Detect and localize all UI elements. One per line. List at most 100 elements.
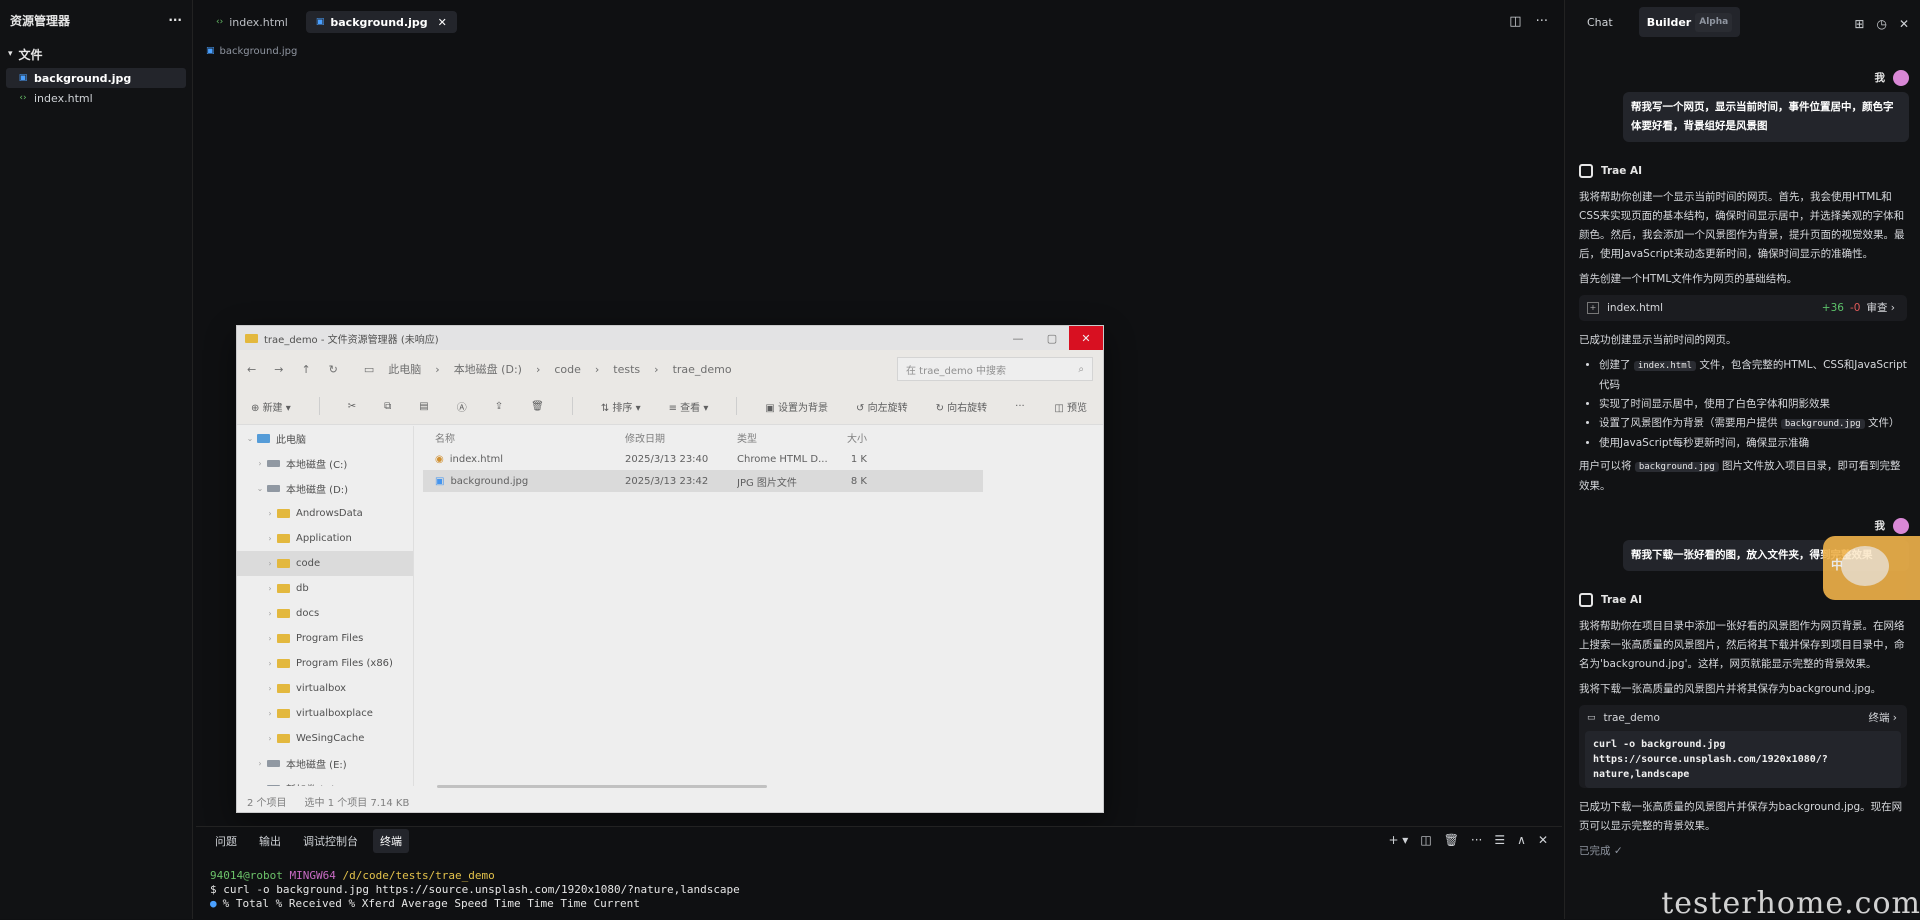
tab-debug-console[interactable]: 调试控制台 [296, 829, 365, 853]
tab-terminal[interactable]: 终端 [373, 829, 409, 853]
maximize-icon[interactable]: ▢ [1035, 326, 1069, 350]
column-date[interactable]: 修改日期 [625, 430, 737, 445]
more-icon[interactable]: ··· [168, 13, 182, 27]
sort-button[interactable]: ⇅ 排序 ▾ [601, 399, 641, 414]
chevron-right-icon[interactable]: › [263, 509, 277, 518]
chevron-right-icon[interactable]: › [263, 534, 277, 543]
chevron-down-icon[interactable]: ⌄ [253, 484, 267, 493]
nav-item[interactable]: › docs [237, 601, 413, 626]
settings-icon[interactable]: ☰ [1494, 833, 1505, 847]
trash-icon[interactable]: 🗑 [1444, 833, 1459, 847]
chevron-right-icon[interactable]: › [263, 659, 277, 668]
avatar [1893, 70, 1909, 86]
terminal-output[interactable]: 94014@robot MINGW64 /d/code/tests/trae_d… [196, 855, 1562, 911]
tab-background-jpg[interactable]: ▣ background.jpg ✕ [305, 11, 457, 33]
breadcrumb-file[interactable]: background.jpg [220, 46, 298, 57]
tab-output[interactable]: 输出 [252, 829, 288, 853]
open-terminal-button[interactable]: 终端 › [1868, 709, 1897, 728]
nav-item[interactable]: › 本地磁盘 (C:) [237, 451, 413, 476]
close-icon[interactable]: ✕ [1899, 15, 1909, 34]
history-icon[interactable]: ◷ [1876, 15, 1886, 34]
more-icon[interactable]: ··· [1471, 833, 1482, 847]
close-icon[interactable]: ✕ [1069, 326, 1103, 350]
path-segment[interactable]: code [554, 363, 581, 376]
close-icon[interactable]: ✕ [438, 16, 447, 29]
copy-icon[interactable]: ⧉ [384, 401, 391, 412]
chevron-right-icon[interactable]: › [263, 559, 277, 568]
chevron-right-icon[interactable]: › [263, 609, 277, 618]
tab-index-html[interactable]: ‹› index.html [206, 11, 298, 33]
tab-builder[interactable]: Builder Alpha [1638, 7, 1741, 37]
new-chat-icon[interactable]: ⊞ [1854, 15, 1864, 34]
file-item-index-html[interactable]: ‹› index.html [0, 88, 192, 108]
share-icon[interactable]: ⇪ [495, 401, 503, 412]
nav-item[interactable]: › WeSingCache [237, 726, 413, 751]
chevron-right-icon[interactable]: › [263, 634, 277, 643]
chevron-right-icon[interactable]: › [263, 709, 277, 718]
file-item-background-jpg[interactable]: ▣ background.jpg [6, 68, 186, 88]
view-button[interactable]: ≡ 查看 ▾ [669, 399, 709, 414]
add-terminal-icon[interactable]: + ▾ [1388, 833, 1408, 847]
column-type[interactable]: 类型 [737, 430, 827, 445]
close-icon[interactable]: ✕ [1538, 833, 1548, 847]
maximize-panel-icon[interactable]: ∧ [1517, 833, 1526, 847]
file-list: 名称 修改日期 类型 大小 ◉ index.html 2025/3/13 23:4… [423, 426, 983, 492]
horizontal-scrollbar[interactable] [437, 785, 767, 788]
chevron-right-icon[interactable]: › [263, 684, 277, 693]
delete-icon[interactable]: 🗑 [531, 401, 544, 412]
path-segment[interactable]: tests [613, 363, 640, 376]
nav-item[interactable]: › virtualbox [237, 676, 413, 701]
window-titlebar[interactable]: trae_demo - 文件资源管理器 (未响应) — ▢ ✕ [237, 326, 1103, 350]
more-icon[interactable]: ··· [1536, 14, 1548, 29]
split-editor-icon[interactable]: ◫ [1509, 14, 1521, 29]
nav-item[interactable]: › 本地磁盘 (E:) [237, 751, 413, 776]
file-row[interactable]: ▣ background.jpg 2025/3/13 23:42 JPG 图片文件… [423, 470, 983, 492]
rotate-left-button[interactable]: ↺ 向左旋转 [856, 399, 908, 414]
path-segment[interactable]: 本地磁盘 (D:) [454, 361, 522, 377]
column-name[interactable]: 名称 [423, 430, 625, 445]
path-segment[interactable]: 此电脑 [388, 361, 421, 377]
paste-icon[interactable]: ▤ [419, 401, 428, 412]
nav-item[interactable]: › Application [237, 526, 413, 551]
chevron-right-icon[interactable]: › [263, 584, 277, 593]
nav-item[interactable]: › Program Files [237, 626, 413, 651]
split-terminal-icon[interactable]: ◫ [1420, 833, 1431, 847]
search-input[interactable]: 在 trae_demo 中搜索 ⌕ [897, 357, 1093, 381]
chevron-right-icon[interactable]: › [253, 459, 267, 468]
preview-button[interactable]: ◫ 预览 [1054, 399, 1087, 414]
more-options-button[interactable]: ··· [1015, 401, 1025, 412]
chevron-right-icon[interactable]: › [253, 759, 267, 768]
set-background-button[interactable]: ▣ 设置为背景 [765, 399, 828, 414]
path-segment[interactable]: trae_demo [673, 363, 732, 376]
nav-item[interactable]: › code [237, 551, 413, 576]
path-breadcrumb[interactable]: ▭ 此电脑 › 本地磁盘 (D:) › code › tests › trae_demo [355, 357, 852, 381]
nav-item[interactable]: › db [237, 576, 413, 601]
terminal-command-card[interactable]: ▭ trae_demo 终端 › curl -o background.jpg … [1579, 705, 1907, 788]
nav-item[interactable]: › virtualboxplace [237, 701, 413, 726]
rotate-right-button[interactable]: ↻ 向右旋转 [936, 399, 988, 414]
forward-icon[interactable]: → [274, 363, 283, 376]
tab-problems[interactable]: 问题 [208, 829, 244, 853]
back-icon[interactable]: ← [247, 363, 256, 376]
new-button[interactable]: ⊕ 新建 ▾ [251, 399, 291, 414]
up-icon[interactable]: ↑ [301, 363, 310, 376]
column-size[interactable]: 大小 [827, 430, 867, 445]
rename-icon[interactable]: Ⓐ [457, 399, 467, 414]
review-button[interactable]: 审查 › [1866, 299, 1895, 318]
chevron-right-icon[interactable]: › [253, 784, 267, 786]
nav-item[interactable]: ⌄ 此电脑 [237, 426, 413, 451]
cut-icon[interactable]: ✂ [348, 401, 356, 412]
refresh-icon[interactable]: ↻ [329, 363, 338, 376]
chevron-down-icon[interactable]: ⌄ [243, 434, 257, 443]
nav-item[interactable]: ⌄ 本地磁盘 (D:) [237, 476, 413, 501]
tab-chat[interactable]: Chat [1579, 7, 1621, 37]
nav-item[interactable]: › 新加卷 (F:) [237, 776, 413, 786]
nav-item[interactable]: › AndrowsData [237, 501, 413, 526]
files-section-header[interactable]: ▾ 文件 [0, 40, 192, 68]
minimize-icon[interactable]: — [1001, 326, 1035, 350]
divider [736, 397, 738, 415]
file-row[interactable]: ◉ index.html 2025/3/13 23:40 Chrome HTML … [423, 448, 983, 470]
chevron-right-icon[interactable]: › [263, 734, 277, 743]
nav-item[interactable]: › Program Files (x86) [237, 651, 413, 676]
file-change-card[interactable]: + index.html +36 -0 审查 › [1579, 295, 1907, 321]
